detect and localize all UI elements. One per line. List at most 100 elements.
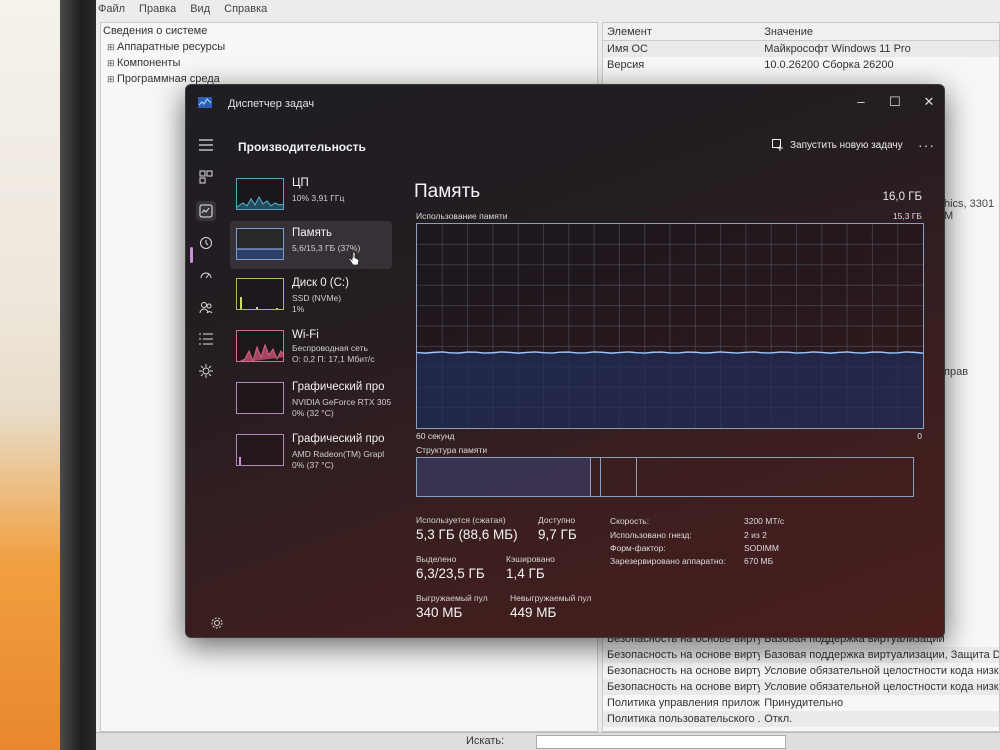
partial-value-rights: прав: [944, 366, 969, 378]
memory-thumbnail: [236, 228, 284, 260]
spec-speed-value: 3200 МТ/с: [744, 516, 785, 526]
expand-icon[interactable]: ⊞: [107, 39, 117, 55]
spec-reserved-value: 670 МБ: [744, 556, 774, 566]
tree-root[interactable]: Сведения о системе: [101, 23, 597, 39]
gpu-thumbnail: [236, 382, 284, 414]
graph-time-left: 60 секунд: [416, 431, 455, 441]
details-icon[interactable]: [196, 329, 216, 349]
startup-apps-icon[interactable]: [196, 265, 216, 285]
device-memory[interactable]: Память 5,6/15,3 ГБ (37%): [230, 221, 392, 269]
wifi-thumbnail: [236, 330, 284, 362]
title-bar[interactable]: Диспетчер задач – ☐ ✕: [186, 85, 944, 123]
more-options-icon[interactable]: ···: [918, 137, 935, 153]
performance-icon[interactable]: [196, 201, 216, 221]
menu-bar: Файл Правка Вид Справка: [96, 0, 1000, 18]
structure-segment-modified[interactable]: [591, 458, 601, 496]
device-detail: AMD Radeon(TM) Grapl: [292, 449, 385, 459]
column-header-item[interactable]: Элемент: [603, 26, 760, 38]
expand-icon[interactable]: ⊞: [107, 71, 117, 87]
tree-item[interactable]: ⊞ Аппаратные ресурсы: [101, 39, 597, 55]
device-detail: 1%: [292, 304, 305, 314]
memory-usage-area: [417, 351, 923, 428]
run-new-task-label: Запустить новую задачу: [790, 139, 903, 151]
processes-icon[interactable]: [196, 167, 216, 187]
expand-icon[interactable]: ⊞: [107, 55, 117, 71]
close-button[interactable]: ✕: [916, 91, 942, 113]
device-cpu[interactable]: ЦП 10% 3,91 ГГц: [230, 171, 392, 219]
table-header: Элемент Значение: [603, 23, 999, 41]
cpu-thumbnail: [236, 178, 284, 210]
maximize-button[interactable]: ☐: [882, 91, 908, 113]
device-name: Wi-Fi: [292, 329, 319, 341]
table-row[interactable]: Безопасность на основе вирту... Базовая п…: [603, 647, 999, 663]
disk-thumbnail: [236, 278, 284, 310]
users-icon[interactable]: [196, 297, 216, 317]
mouse-cursor-icon: [348, 250, 360, 266]
search-input[interactable]: [536, 735, 786, 749]
device-detail: 10% 3,91 ГГц: [292, 193, 345, 203]
table-row[interactable]: Политика управления прилож... Принудитель…: [603, 695, 999, 711]
device-name: Память: [292, 227, 333, 239]
table-row[interactable]: Версия 10.0.26200 Сборка 26200: [603, 57, 999, 73]
stat-available: Доступно 9,7 ГБ: [538, 515, 577, 542]
device-disk[interactable]: Диск 0 (C:) SSD (NVMe) 1%: [230, 271, 392, 319]
stat-nonpaged-pool: Невыгружаемый пул 449 МБ: [510, 593, 592, 620]
device-name: Графический про: [292, 381, 385, 393]
partial-value-graphics: hics, 3301 M: [944, 198, 995, 222]
memory-usage-max: 15,3 ГБ: [892, 211, 922, 221]
task-manager-window: Диспетчер задач – ☐ ✕ Производительность…: [185, 84, 945, 638]
minimize-button[interactable]: –: [848, 91, 874, 113]
device-detail: 0% (32 °C): [292, 408, 334, 418]
device-detail: 0% (37 °C): [292, 460, 334, 470]
menu-help[interactable]: Справка: [224, 3, 267, 15]
services-icon[interactable]: [196, 361, 216, 381]
menu-edit[interactable]: Правка: [139, 3, 176, 15]
structure-segment-in-use[interactable]: [417, 458, 591, 496]
table-row[interactable]: Политика пользовательского ... Откл.: [603, 711, 999, 727]
device-name: Графический про: [292, 433, 385, 445]
menu-file[interactable]: Файл: [98, 3, 125, 15]
memory-title: Память: [414, 181, 481, 202]
graph-time-right: 0: [917, 431, 922, 441]
search-label: Искать:: [466, 735, 505, 747]
table-row[interactable]: Безопасность на основе вирту... Условие о…: [603, 679, 999, 695]
stat-in-use: Используется (сжатая) 5,3 ГБ (88,6 МБ): [416, 515, 518, 542]
memory-total: 16,0 ГБ: [882, 191, 922, 203]
tree-item[interactable]: ⊞ Компоненты: [101, 55, 597, 71]
memory-usage-graph: [416, 223, 924, 429]
gpu-thumbnail: [236, 434, 284, 466]
stat-cached: Кэшировано 1,4 ГБ: [506, 554, 555, 581]
memory-usage-label: Использование памяти: [416, 211, 508, 221]
menu-view[interactable]: Вид: [190, 3, 210, 15]
device-wifi[interactable]: Wi-Fi Беспроводная сеть О: 0,2 П: 17,1 М…: [230, 323, 392, 371]
column-header-value[interactable]: Значение: [760, 26, 999, 38]
run-task-icon: [772, 139, 783, 151]
device-detail: 5,6/15,3 ГБ (37%): [292, 243, 361, 253]
task-manager-icon: [198, 97, 212, 108]
device-gpu-nvidia[interactable]: Графический про NVIDIA GeForce RTX 305 0…: [230, 375, 392, 423]
device-detail: О: 0,2 П: 17,1 Мбит/с: [292, 354, 375, 364]
table-row[interactable]: Имя ОС Майкрософт Windows 11 Pro: [603, 41, 999, 57]
app-history-icon[interactable]: [196, 233, 216, 253]
device-detail: Беспроводная сеть: [292, 343, 368, 353]
window-title: Диспетчер задач: [228, 98, 315, 110]
run-new-task-button[interactable]: Запустить новую задачу: [772, 139, 903, 151]
device-detail: NVIDIA GeForce RTX 305: [292, 397, 392, 407]
device-gpu-amd[interactable]: Графический про AMD Radeon(TM) Grapl 0% …: [230, 427, 392, 475]
stat-paged-pool: Выгружаемый пул 340 МБ: [416, 593, 488, 620]
spec-slots-label: Использовано гнезд:: [610, 530, 692, 540]
device-name: ЦП: [292, 177, 309, 189]
search-bar: Искать:: [96, 732, 1000, 750]
hamburger-menu-icon[interactable]: [196, 135, 216, 155]
memory-usage-chart: [416, 224, 924, 428]
structure-segment-standby[interactable]: [601, 458, 637, 496]
memory-structure-bar: [416, 457, 914, 497]
settings-gear-icon[interactable]: [210, 616, 224, 630]
monitor-bezel: [60, 0, 96, 750]
spec-reserved-label: Зарезервировано аппаратно:: [610, 556, 726, 566]
spec-speed-label: Скорость:: [610, 516, 650, 526]
structure-segment-free[interactable]: [637, 458, 913, 496]
spec-slots-value: 2 из 2: [744, 530, 767, 540]
table-row[interactable]: Безопасность на основе вирту... Условие о…: [603, 663, 999, 679]
spec-form-factor-label: Форм-фактор:: [610, 543, 666, 553]
